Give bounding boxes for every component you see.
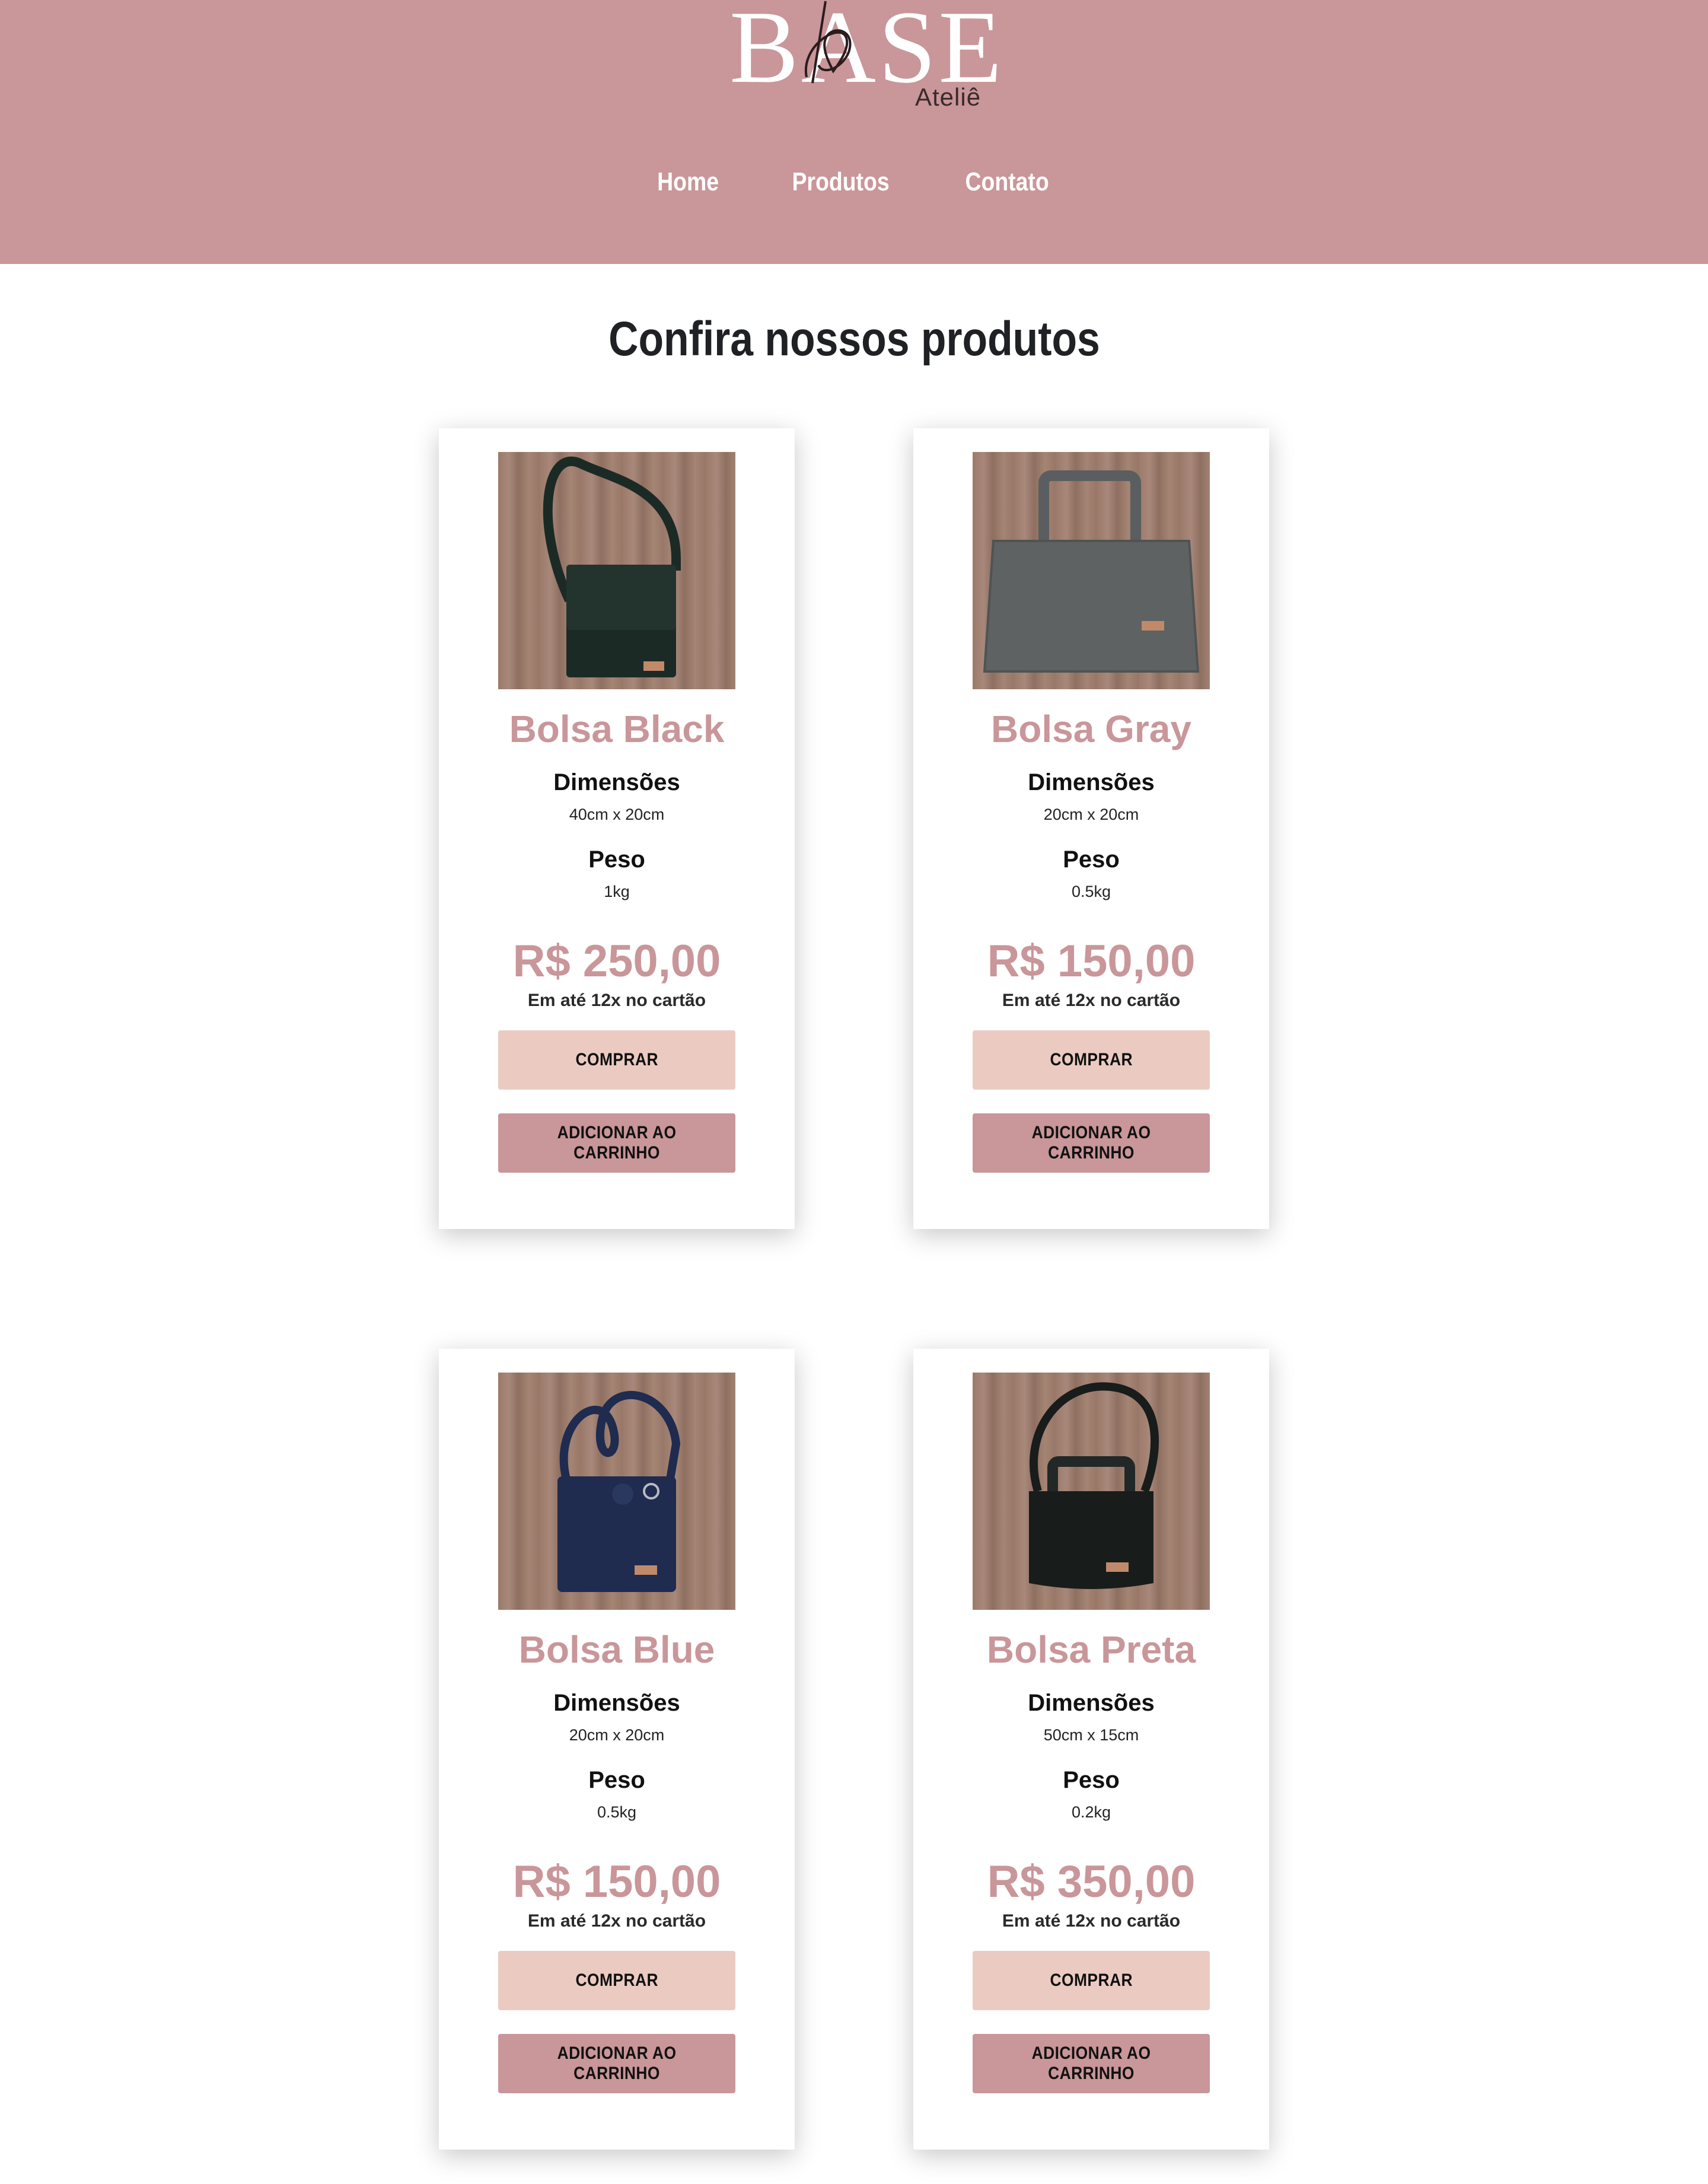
dimensions-label: Dimensões	[1028, 769, 1155, 795]
main-nav: Home Produtos Contato	[0, 167, 1708, 197]
weight-label: Peso	[588, 846, 645, 873]
buy-button[interactable]: COMPRAR	[973, 1951, 1210, 2010]
dimensions-value: 50cm x 15cm	[1043, 1726, 1139, 1744]
weight-value: 0.2kg	[1071, 1803, 1111, 1821]
site-header: BASE Ateliê Home Produtos Contato	[0, 0, 1708, 264]
bag-illustration	[543, 456, 681, 677]
buy-button[interactable]: COMPRAR	[973, 1030, 1210, 1090]
installments-note: Em até 12x no cartão	[527, 991, 706, 1010]
brand-subtitle: Ateliê	[915, 83, 982, 111]
nav-contato-link[interactable]: Contato	[965, 167, 1049, 197]
dimensions-label: Dimensões	[1028, 1690, 1155, 1716]
product-card: Bolsa Black Dimensões 40cm x 20cm Peso 1…	[439, 428, 795, 1229]
product-price: R$ 150,00	[512, 1857, 721, 1907]
weight-label: Peso	[588, 1767, 645, 1793]
add-to-cart-button[interactable]: ADICIONAR AO CARRINHO	[973, 1113, 1210, 1173]
nav-produtos-link[interactable]: Produtos	[792, 167, 890, 197]
page-title: Confira nossos produtos	[608, 312, 1100, 366]
brand-logo[interactable]: BASE Ateliê	[718, 0, 1002, 119]
installments-note: Em até 12x no cartão	[527, 1911, 706, 1931]
buy-button[interactable]: COMPRAR	[498, 1951, 735, 2010]
dimensions-value: 40cm x 20cm	[569, 806, 665, 823]
product-image[interactable]	[498, 1373, 735, 1610]
dimensions-value: 20cm x 20cm	[569, 1726, 665, 1744]
product-name: Bolsa Gray	[991, 708, 1191, 750]
dimensions-value: 20cm x 20cm	[1043, 806, 1139, 823]
product-name: Bolsa Black	[509, 708, 725, 750]
product-price: R$ 250,00	[512, 936, 721, 986]
product-image[interactable]	[498, 452, 735, 689]
product-image[interactable]	[973, 452, 1210, 689]
product-card: Bolsa Preta Dimensões 50cm x 15cm Peso 0…	[913, 1349, 1269, 2150]
product-price: R$ 350,00	[987, 1857, 1196, 1907]
product-name: Bolsa Preta	[986, 1628, 1196, 1671]
weight-label: Peso	[1063, 846, 1120, 873]
dimensions-label: Dimensões	[553, 1690, 680, 1716]
bag-illustration	[557, 1390, 681, 1592]
product-card: Bolsa Blue Dimensões 20cm x 20cm Peso 0.…	[439, 1349, 795, 2150]
product-card: Bolsa Gray Dimensões 20cm x 20cm Peso 0.…	[913, 428, 1269, 1229]
buy-button[interactable]: COMPRAR	[498, 1030, 735, 1090]
add-to-cart-button[interactable]: ADICIONAR AO CARRINHO	[973, 2034, 1210, 2093]
weight-label: Peso	[1063, 1767, 1120, 1793]
weight-value: 1kg	[604, 883, 630, 900]
product-image[interactable]	[973, 1373, 1210, 1610]
add-to-cart-button[interactable]: ADICIONAR AO CARRINHO	[498, 1113, 735, 1173]
nav-home-link[interactable]: Home	[657, 167, 719, 197]
product-price: R$ 150,00	[987, 936, 1196, 986]
weight-value: 0.5kg	[597, 1803, 637, 1821]
product-name: Bolsa Blue	[518, 1628, 715, 1671]
dimensions-label: Dimensões	[553, 769, 680, 795]
weight-value: 0.5kg	[1071, 883, 1111, 900]
installments-note: Em até 12x no cartão	[1002, 991, 1181, 1010]
bag-illustration	[983, 470, 1200, 673]
installments-note: Em até 12x no cartão	[1002, 1911, 1181, 1931]
add-to-cart-button[interactable]: ADICIONAR AO CARRINHO	[498, 2034, 735, 2093]
bag-illustration	[1029, 1382, 1159, 1589]
